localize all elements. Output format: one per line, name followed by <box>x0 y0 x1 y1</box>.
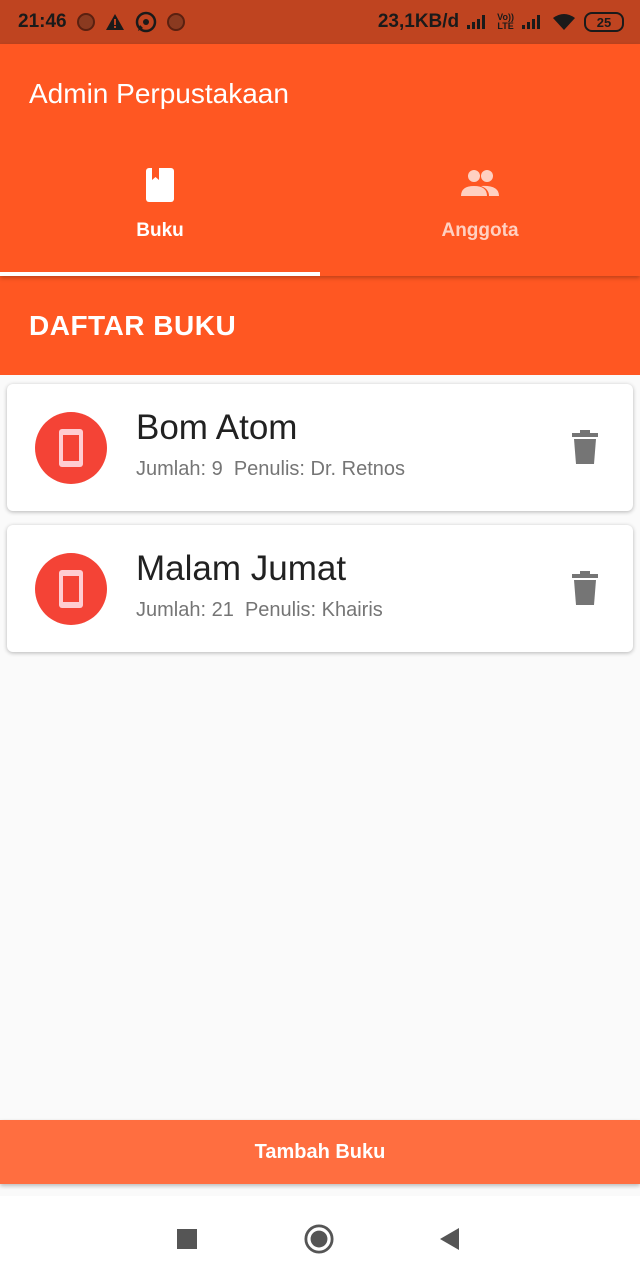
circle-icon <box>304 1224 334 1254</box>
book-icon <box>146 168 174 202</box>
battery-icon: 25 <box>584 12 624 32</box>
book-avatar <box>35 553 107 625</box>
status-bar: 21:46 23,1KB/d Vo)) LTE 25 <box>0 0 640 44</box>
signal-icon <box>467 15 489 29</box>
people-icon <box>461 170 499 196</box>
trash-icon <box>572 571 598 605</box>
add-book-button[interactable]: Tambah Buku <box>0 1120 640 1184</box>
back-button[interactable] <box>434 1224 464 1254</box>
signal-icon <box>522 15 544 29</box>
whatsapp-icon <box>135 11 156 33</box>
network-speed: 23,1KB/d <box>377 11 460 32</box>
book-title: Malam Jumat <box>136 549 347 588</box>
tab-buku[interactable]: Buku <box>0 154 320 276</box>
book-title: Bom Atom <box>136 408 298 447</box>
home-button[interactable] <box>304 1224 334 1254</box>
section-header: DAFTAR BUKU <box>0 276 640 375</box>
app-bar: Admin Perpustakaan Buku Anggota <box>0 44 640 276</box>
tab-indicator <box>0 272 320 276</box>
delete-button[interactable] <box>571 430 599 464</box>
notification-dot-icon <box>166 13 185 31</box>
navigation-bar <box>0 1196 640 1280</box>
book-details: Jumlah: 21 Penulis: Khairis <box>136 599 383 621</box>
status-time: 21:46 <box>18 11 67 32</box>
wifi-icon <box>553 14 575 30</box>
app-title: Admin Perpustakaan <box>29 78 289 109</box>
recents-button[interactable] <box>172 1224 202 1254</box>
book-details: Jumlah: 9 Penulis: Dr. Retnos <box>136 458 406 480</box>
warning-icon <box>105 14 124 30</box>
volte-icon: Vo)) LTE <box>497 12 514 31</box>
book-avatar <box>35 412 107 484</box>
tab-anggota[interactable]: Anggota <box>320 154 640 276</box>
back-triangle-icon <box>440 1228 459 1250</box>
book-card[interactable]: Malam Jumat Jumlah: 21 Penulis: Khairis <box>7 525 633 652</box>
tablet-icon <box>59 570 83 608</box>
tablet-icon <box>59 429 83 467</box>
tab-label: Buku <box>136 220 184 241</box>
trash-icon <box>572 430 598 464</box>
notification-dot-icon <box>76 13 95 31</box>
square-icon <box>177 1229 197 1249</box>
tab-label: Anggota <box>441 220 519 241</box>
book-card[interactable]: Bom Atom Jumlah: 9 Penulis: Dr. Retnos <box>7 384 633 511</box>
delete-button[interactable] <box>571 571 599 605</box>
tab-bar: Buku Anggota <box>0 154 640 276</box>
